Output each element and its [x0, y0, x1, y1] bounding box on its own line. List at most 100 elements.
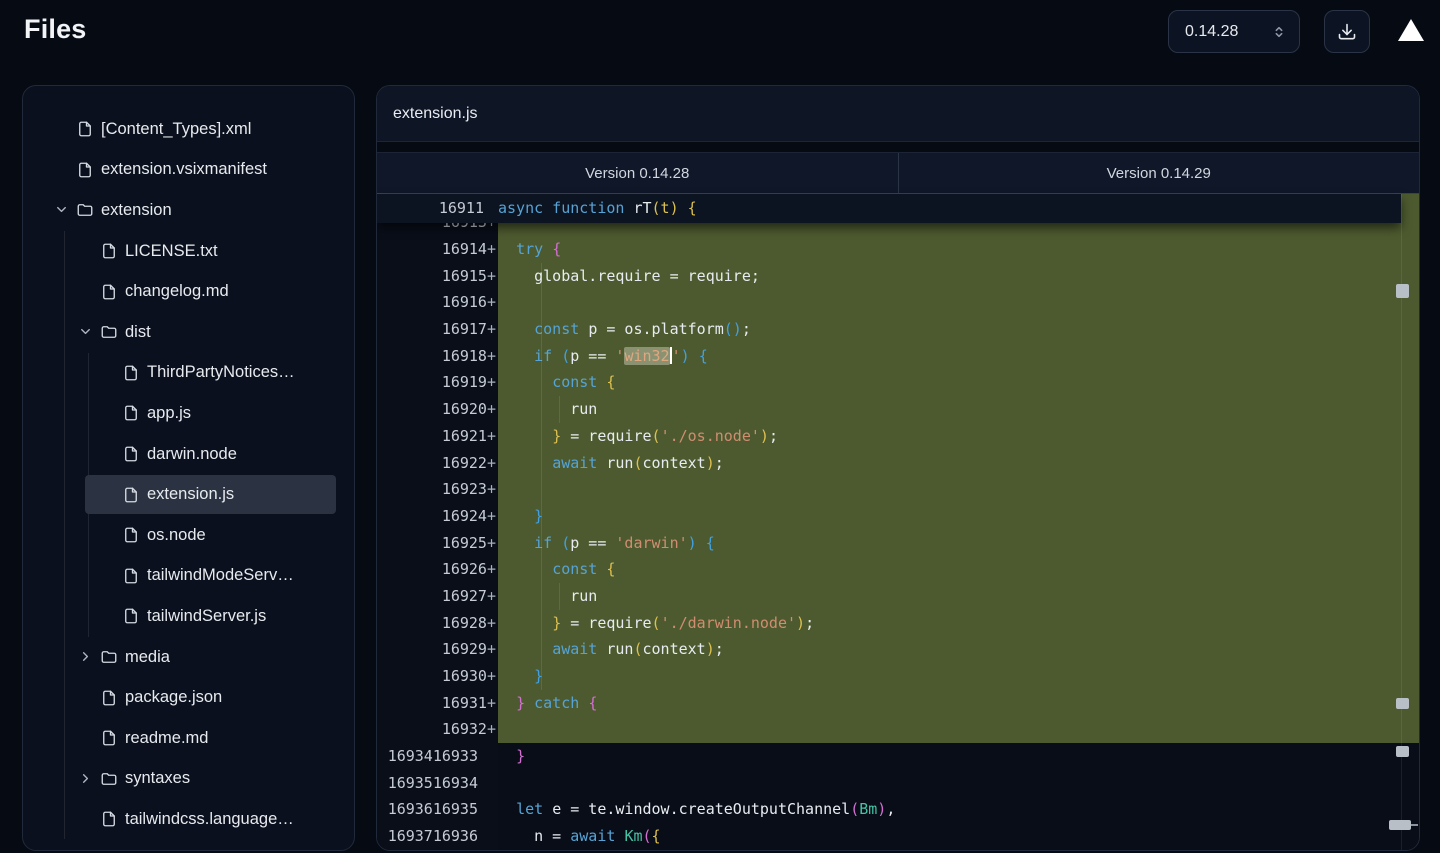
code-content: let e = te.window.createOutputChannel(Bm…	[498, 796, 1419, 823]
code-token: }	[516, 747, 526, 766]
tree-item-package.json[interactable]: package.json	[23, 677, 354, 718]
code-token: context	[642, 453, 706, 472]
tree-item-license.txt[interactable]: LICENSE.txt	[23, 231, 354, 272]
code-content	[498, 223, 1419, 236]
diff-line: 16919+ const {	[377, 369, 1419, 397]
code-indent-guide	[541, 663, 542, 690]
tree-item-label: changelog.md	[125, 282, 229, 301]
scroll-marker[interactable]	[1396, 698, 1409, 709]
tree-item-label: [Content_Types].xml	[101, 119, 252, 138]
code-token: '	[671, 346, 681, 365]
diff-line: 16931+ } catch {	[377, 689, 1419, 717]
code-token: {	[606, 373, 616, 392]
code-token: async function	[498, 199, 634, 217]
code-content: async function rT(t) {	[498, 194, 1401, 223]
code-indent-guide	[541, 316, 542, 343]
tree-item--content-types-.xml[interactable]: [Content_Types].xml	[23, 109, 354, 150]
code-token: rT	[633, 199, 652, 217]
chevron-down-icon[interactable]	[78, 324, 94, 340]
code-indent-guide	[541, 289, 542, 317]
code-token: (	[651, 426, 661, 445]
chevron-right-icon[interactable]	[78, 771, 94, 787]
code-indent-guide	[559, 582, 560, 610]
tree-item-tailwindserver.js[interactable]: tailwindServer.js	[23, 596, 354, 637]
tree-item-dist[interactable]: dist	[23, 312, 354, 353]
tree-item-thirdpartynotices-[interactable]: ThirdPartyNotices…	[23, 353, 354, 394]
file-icon	[76, 120, 94, 138]
tree-item-darwin.node[interactable]: darwin.node	[23, 434, 354, 475]
diff-code: 16911async function rT(t) {16913+16914+ …	[377, 194, 1419, 850]
line-numbers: 16915+	[377, 262, 498, 290]
code-token: 'darwin'	[615, 533, 688, 552]
code-token: (	[642, 827, 652, 846]
vertical-scrollbar-thumb[interactable]	[1396, 284, 1409, 298]
code-token: Bm	[859, 800, 878, 819]
tree-item-label: dist	[125, 322, 151, 341]
code-token: {	[705, 533, 715, 552]
left-version-header: Version 0.14.28	[585, 164, 690, 182]
tree-item-app.js[interactable]: app.js	[23, 393, 354, 434]
line-numbers: 16929+	[377, 636, 498, 663]
scroll-marker[interactable]	[1396, 746, 1409, 757]
file-tree: [Content_Types].xml extension.vsixmanifes…	[23, 86, 354, 840]
chevron-right-icon[interactable]	[78, 649, 94, 665]
line-numbers: 16911	[438, 199, 484, 217]
tree-item-extension[interactable]: extension	[23, 190, 354, 231]
chevron-down-icon[interactable]	[54, 202, 70, 218]
download-button[interactable]	[1324, 10, 1370, 53]
horizontal-scrollbar-thumb[interactable]	[1389, 820, 1411, 830]
tree-item-readme.md[interactable]: readme.md	[23, 718, 354, 759]
diff-line: 16929+ await run(context);	[377, 636, 1419, 663]
code-content: await run(context);	[498, 449, 1419, 477]
triangle-logo	[1398, 19, 1424, 41]
code-token: ;	[714, 453, 724, 472]
tree-item-tailwindcss.language-[interactable]: tailwindcss.language…	[23, 799, 354, 840]
code-token: await	[552, 453, 607, 472]
line-numbers: 16924+	[377, 502, 498, 530]
code-content	[498, 476, 1419, 503]
code-content: } catch {	[498, 689, 1419, 717]
code-content: } = require('./os.node');	[498, 422, 1419, 450]
tree-item-extension.js[interactable]: extension.js	[23, 474, 354, 515]
diff-line: 16928+ } = require('./darwin.node');	[377, 609, 1419, 637]
tree-item-label: darwin.node	[147, 444, 237, 463]
code-indent-guide	[559, 396, 560, 423]
tree-item-label: app.js	[147, 403, 192, 422]
diff-line: 16926+ const {	[377, 556, 1419, 583]
diff-panel: extension.js Version 0.14.28 Version 0.1…	[376, 85, 1420, 851]
line-numbers: 16932+	[377, 716, 498, 744]
code-token: ;	[741, 320, 751, 339]
tree-item-media[interactable]: media	[23, 637, 354, 678]
file-icon	[122, 526, 140, 544]
file-icon	[122, 607, 140, 625]
tree-item-tailwindmodeserv-[interactable]: tailwindModeServ…	[23, 556, 354, 597]
tree-item-extension.vsixmanifest[interactable]: extension.vsixmanifest	[23, 150, 354, 191]
code-content	[498, 770, 1419, 797]
version-select[interactable]: 0.14.28	[1168, 10, 1300, 53]
line-numbers: 16926+	[377, 556, 498, 583]
line-numbers: 16922+	[377, 449, 498, 477]
code-token: './darwin.node'	[660, 613, 797, 632]
code-token: ;	[768, 426, 778, 445]
tree-item-syntaxes[interactable]: syntaxes	[23, 759, 354, 800]
code-token: }	[552, 426, 562, 445]
code-indent-guide	[541, 636, 542, 663]
code-indent-guide	[541, 529, 542, 557]
tree-item-os.node[interactable]: os.node	[23, 515, 354, 556]
folder-icon	[100, 770, 118, 788]
code-indent-guide	[541, 262, 542, 290]
tree-item-label: package.json	[125, 688, 223, 707]
code-content: run	[498, 396, 1419, 423]
open-file-tab[interactable]: extension.js	[393, 105, 478, 123]
line-numbers: 16920+	[377, 396, 498, 423]
tree-item-changelog.md[interactable]: changelog.md	[23, 271, 354, 312]
code-token: Km	[624, 827, 643, 846]
